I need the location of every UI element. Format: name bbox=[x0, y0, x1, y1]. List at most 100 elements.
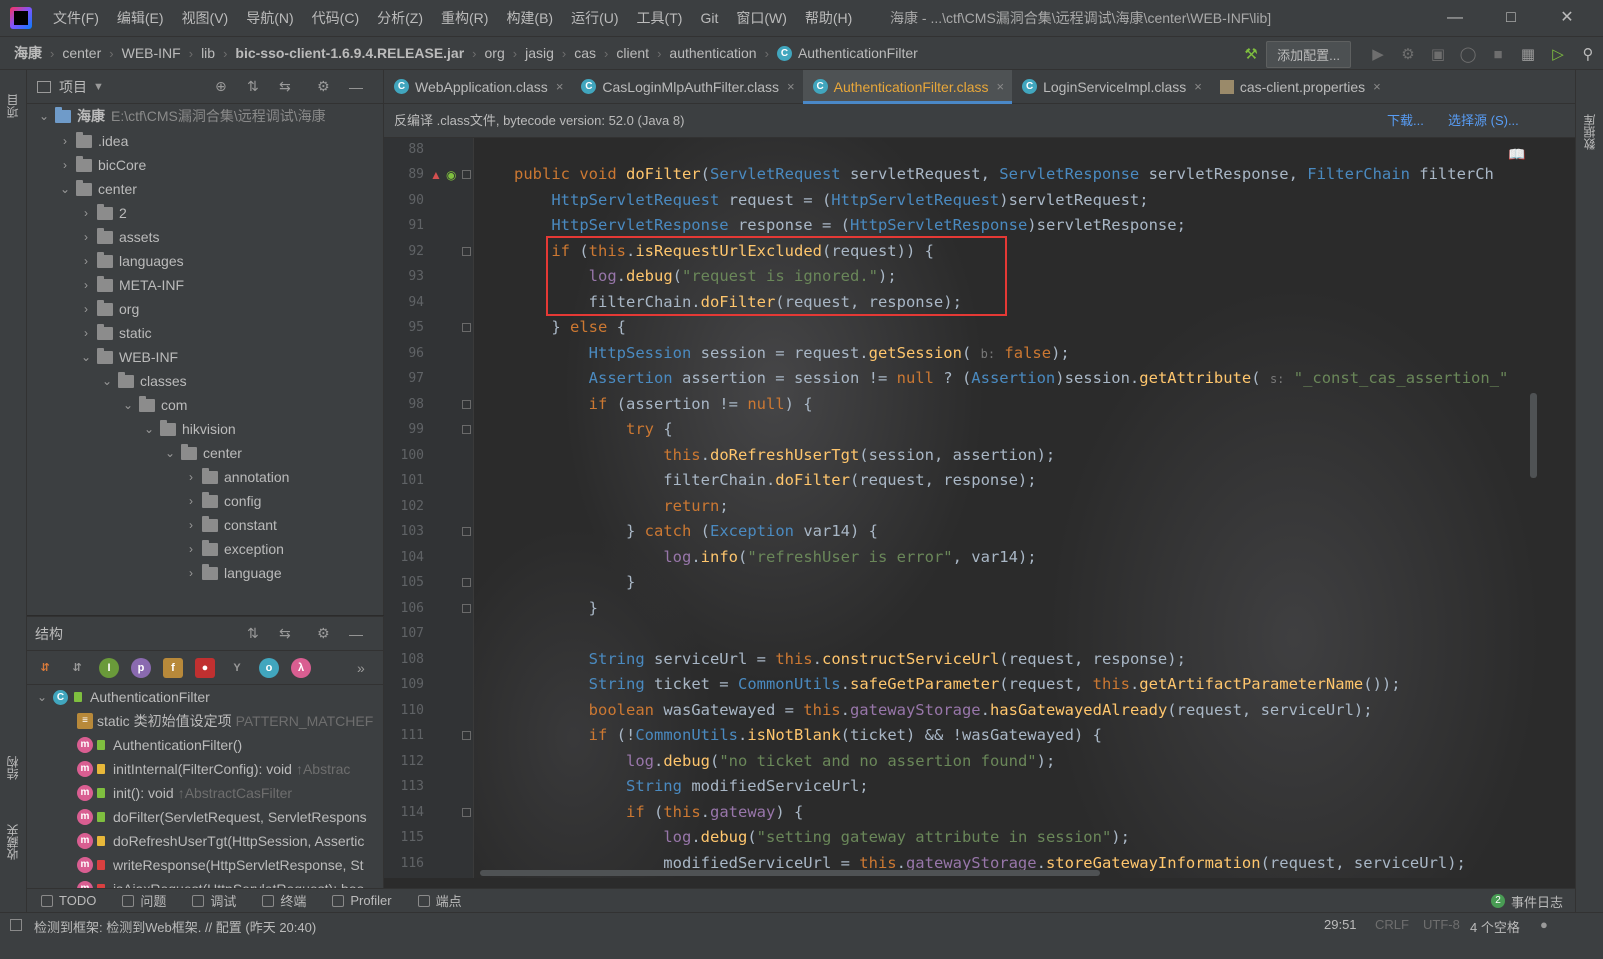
chevron-right-icon[interactable]: › bbox=[184, 465, 198, 489]
close-tab-icon[interactable]: × bbox=[1373, 79, 1381, 94]
reader-mode-icon[interactable]: 📖 bbox=[1508, 146, 1525, 163]
fold-marker-icon[interactable] bbox=[462, 731, 471, 740]
tree-item[interactable]: › exception bbox=[184, 537, 284, 561]
tree-item[interactable]: › assets bbox=[79, 225, 159, 249]
menu-item[interactable]: 构建(B) bbox=[497, 0, 562, 36]
chevron-right-icon[interactable]: › bbox=[184, 561, 198, 585]
debug-icon[interactable]: ⚙ bbox=[1393, 37, 1423, 71]
structure-member[interactable]: m AuthenticationFilter() bbox=[77, 733, 242, 757]
stop-icon[interactable]: ■ bbox=[1483, 37, 1513, 71]
breadcrumb-item[interactable]: client bbox=[616, 45, 649, 61]
tree-item[interactable]: › constant bbox=[184, 513, 277, 537]
show-properties-icon[interactable]: p bbox=[131, 657, 151, 678]
chevron-down-icon[interactable]: ⌄ bbox=[58, 177, 72, 201]
tree-item[interactable]: › language bbox=[184, 561, 282, 585]
tree-root[interactable]: ⌄ 海康 E:\ctf\CMS漏洞合集\远程调试\海康 bbox=[37, 104, 326, 128]
download-sources-link[interactable]: 下载... bbox=[1387, 104, 1424, 138]
chevron-right-icon[interactable]: › bbox=[79, 225, 93, 249]
event-log-button[interactable]: 2 事件日志 bbox=[1490, 889, 1563, 913]
lambda-icon[interactable]: λ bbox=[291, 657, 311, 678]
fold-marker-icon[interactable] bbox=[462, 247, 471, 256]
menu-item[interactable]: 工具(T) bbox=[628, 0, 692, 36]
bottom-tool-tab[interactable]: TODO bbox=[41, 893, 96, 908]
favorites-tool-window-label[interactable]: 收藏夹 bbox=[4, 810, 24, 860]
breadcrumb-item[interactable]: AuthenticationFilter bbox=[798, 45, 918, 61]
search-icon[interactable]: ⚲ bbox=[1573, 37, 1603, 71]
show-lambdas-circle-icon[interactable]: o bbox=[259, 657, 279, 678]
tree-item[interactable]: ⌄ classes bbox=[100, 369, 187, 393]
tree-item[interactable]: › config bbox=[184, 489, 261, 513]
database-tool-window-label[interactable]: 数据库 bbox=[1581, 90, 1601, 150]
editor-tab[interactable]: C CasLoginMlpAuthFilter.class × bbox=[571, 70, 802, 104]
chevron-right-icon[interactable]: › bbox=[184, 537, 198, 561]
menu-item[interactable]: 文件(F) bbox=[44, 0, 108, 36]
tree-item[interactable]: › languages bbox=[79, 249, 184, 273]
chevron-down-icon[interactable]: ⌄ bbox=[121, 393, 135, 417]
tree-item[interactable]: › bicCore bbox=[58, 153, 146, 177]
implements-marker-icon[interactable]: ◉ bbox=[446, 168, 456, 182]
chevron-down-icon[interactable]: ⌄ bbox=[35, 685, 49, 709]
breadcrumb-item[interactable]: center bbox=[62, 45, 101, 61]
breadcrumb-item[interactable]: bic-sso-client-1.6.9.4.RELEASE.jar bbox=[235, 45, 464, 61]
fold-marker-icon[interactable] bbox=[462, 578, 471, 587]
chevron-down-icon[interactable]: ⌄ bbox=[37, 104, 51, 128]
gear-icon[interactable]: ⚙ bbox=[317, 78, 330, 95]
breadcrumb-item[interactable]: cas bbox=[574, 45, 596, 61]
menu-item[interactable]: Git bbox=[691, 0, 727, 36]
terminal-run-icon[interactable]: ▷ bbox=[1543, 37, 1573, 71]
vertical-scrollbar[interactable] bbox=[1530, 393, 1537, 478]
status-message[interactable]: 检测到框架: 检测到Web框架. // 配置 (昨天 20:40) bbox=[34, 917, 316, 936]
coverage-icon[interactable]: ▣ bbox=[1423, 37, 1453, 71]
gear-icon[interactable]: ⚙ bbox=[317, 625, 330, 642]
structure-member[interactable]: ≡ static 类初始值设定项 PATTERN_MATCHEF bbox=[77, 709, 373, 733]
sort-visibility-icon[interactable]: ⇵ bbox=[67, 658, 87, 678]
indent-setting[interactable]: 4 个空格 bbox=[1470, 917, 1520, 936]
fold-marker-icon[interactable] bbox=[462, 323, 471, 332]
chevron-down-icon[interactable]: ⌄ bbox=[163, 441, 177, 465]
maximize-icon[interactable]: □ bbox=[1483, 0, 1539, 36]
tree-item[interactable]: ⌄ WEB-INF bbox=[79, 345, 178, 369]
tree-item[interactable]: › annotation bbox=[184, 465, 289, 489]
menu-item[interactable]: 代码(C) bbox=[303, 0, 368, 36]
menu-item[interactable]: 运行(U) bbox=[562, 0, 627, 36]
chevron-down-icon[interactable]: ⌄ bbox=[100, 369, 114, 393]
tree-item[interactable]: ⌄ center bbox=[58, 177, 137, 201]
choose-sources-link[interactable]: 选择源 (S)... bbox=[1448, 104, 1519, 138]
fold-marker-icon[interactable] bbox=[462, 170, 471, 179]
add-configuration-button[interactable]: 添加配置... bbox=[1266, 40, 1351, 68]
run-icon[interactable]: ▶ bbox=[1363, 37, 1393, 71]
fold-marker-icon[interactable] bbox=[462, 400, 471, 409]
menu-item[interactable]: 分析(Z) bbox=[368, 0, 432, 36]
project-structure-icon[interactable]: ▦ bbox=[1513, 37, 1543, 71]
hide-panel-icon[interactable]: — bbox=[349, 79, 363, 95]
structure-member[interactable]: m init(): void ↑AbstractCasFilter bbox=[77, 781, 292, 805]
structure-member[interactable]: m writeResponse(HttpServletResponse, St bbox=[77, 853, 364, 877]
chevron-right-icon[interactable]: › bbox=[79, 249, 93, 273]
chevron-right-icon[interactable]: › bbox=[79, 201, 93, 225]
breadcrumb-item[interactable]: authentication bbox=[669, 45, 756, 61]
structure-member[interactable]: m doRefreshUserTgt(HttpSession, Assertic bbox=[77, 829, 364, 853]
chevron-down-icon[interactable]: ⌄ bbox=[142, 417, 156, 441]
expand-all-icon[interactable]: ⇅ bbox=[247, 625, 259, 642]
breadcrumb-item[interactable]: org bbox=[485, 45, 505, 61]
tree-item[interactable]: › 2 bbox=[79, 201, 127, 225]
breadcrumb-item[interactable]: jasig bbox=[525, 45, 554, 61]
fold-marker-icon[interactable] bbox=[462, 425, 471, 434]
structure-member[interactable]: m initInternal(FilterConfig): void ↑Abstra… bbox=[77, 757, 350, 781]
tree-item[interactable]: › .idea bbox=[58, 129, 128, 153]
sort-alpha-icon[interactable]: ⇵ bbox=[35, 658, 55, 678]
tree-item[interactable]: ⌄ com bbox=[121, 393, 187, 417]
collapse-all-icon[interactable]: ⇆ bbox=[279, 78, 291, 95]
show-non-public-icon[interactable]: ● bbox=[195, 657, 215, 678]
intellij-logo-icon[interactable] bbox=[10, 7, 32, 29]
project-view-selector[interactable]: 项目 bbox=[59, 77, 87, 97]
chevron-right-icon[interactable]: › bbox=[58, 153, 72, 177]
menu-item[interactable]: 视图(V) bbox=[173, 0, 238, 36]
fold-marker-icon[interactable] bbox=[462, 604, 471, 613]
chevron-down-icon[interactable]: ⌄ bbox=[79, 345, 93, 369]
menu-item[interactable]: 重构(R) bbox=[432, 0, 497, 36]
structure-class-node[interactable]: ⌄ C AuthenticationFilter bbox=[35, 685, 210, 709]
chevron-right-icon[interactable]: › bbox=[184, 513, 198, 537]
tree-item[interactable]: › org bbox=[79, 297, 139, 321]
editor-tab[interactable]: C LoginServiceImpl.class × bbox=[1012, 70, 1210, 104]
